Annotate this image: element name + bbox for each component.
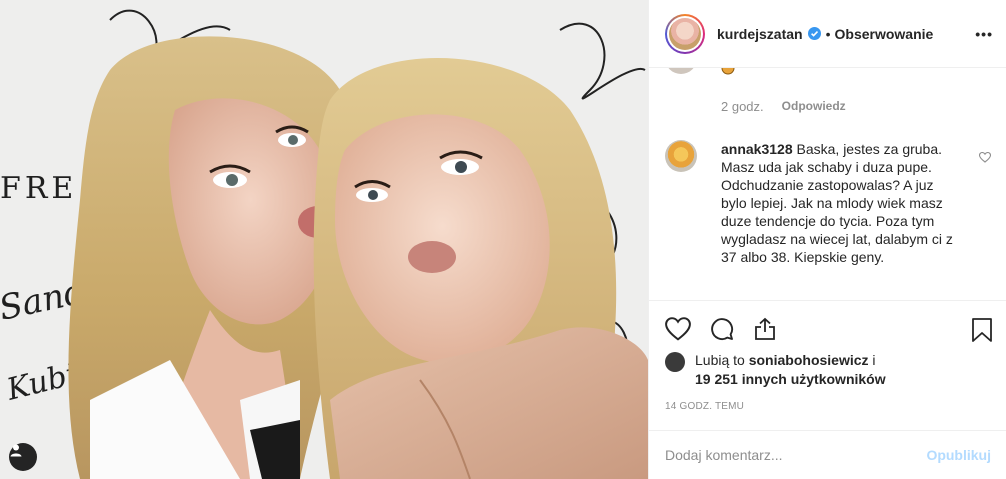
heart-icon[interactable] [665,317,691,346]
commenter-username[interactable]: annak3128 [721,141,793,157]
post-timestamp[interactable]: 14 GODZ. TEMU [665,401,744,412]
comments-list[interactable]: 2 godz. Odpowiedz annak3128 Baska, jeste… [649,68,1006,300]
previous-comment-avatar[interactable] [665,68,697,74]
liker-avatar[interactable] [665,352,685,372]
add-comment-bar: Opublikuj [649,430,1006,479]
post-header: kurdejszatan • Obserwowanie ••• [649,0,1006,68]
emoji-icon [721,68,735,76]
likes-count[interactable]: 19 251 innych użytkowników [695,371,886,387]
author-avatar[interactable] [665,13,705,54]
comment-body: annak3128 Baska, jestes za gruba. Masz u… [721,140,961,266]
comment-time[interactable]: 2 godz. [721,99,764,114]
comment-item: annak3128 Baska, jestes za gruba. Masz u… [665,140,992,266]
user-tag-icon [10,444,22,457]
author-username[interactable]: kurdejszatan [717,26,803,42]
publish-button[interactable]: Opublikuj [926,447,991,463]
share-icon[interactable] [753,317,777,346]
photo-illustration: FRE Sandra Kubicka [0,0,648,479]
post-sidebar: kurdejszatan • Obserwowanie ••• 2 godz. … [648,0,1006,479]
action-bar [649,300,1006,356]
wall-text: FRE [0,171,77,206]
previous-comment-meta: 2 godz. Odpowiedz [721,99,846,114]
bookmark-icon[interactable] [971,317,993,348]
post-photo[interactable]: FRE Sandra Kubicka [0,0,648,479]
comment-icon[interactable] [709,317,735,346]
comment-text: Baska, jestes za gruba. Masz uda jak sch… [721,141,953,265]
user-tag-button[interactable] [9,443,37,471]
reply-button[interactable]: Odpowiedz [782,99,846,114]
likes-summary: Lubią to soniabohosiewicz i 19 251 innyc… [665,351,886,389]
likes-text[interactable]: Lubią to soniabohosiewicz i 19 251 innyc… [695,351,886,389]
comment-like-heart-icon[interactable] [978,150,992,168]
follow-button[interactable]: Obserwowanie [835,26,934,42]
comment-input[interactable] [665,447,927,463]
more-options-icon[interactable]: ••• [975,26,993,42]
commenter-avatar[interactable] [665,140,697,172]
header-separator: • [825,25,831,42]
liker-username[interactable]: soniabohosiewicz [749,352,869,368]
verified-badge-icon [807,27,821,40]
